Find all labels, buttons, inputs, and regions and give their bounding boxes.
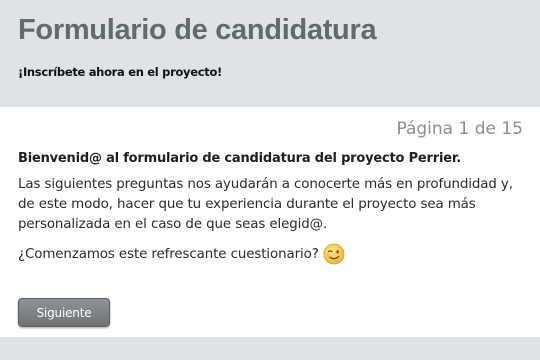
intro-text: Las siguientes preguntas nos ayudarán a … <box>18 177 513 232</box>
next-button[interactable]: Siguiente <box>18 298 110 327</box>
winking-face-icon <box>323 243 345 265</box>
footer-band <box>0 337 540 360</box>
question-line: ¿Comenzamos este refrescante cuestionari… <box>18 243 345 265</box>
welcome-heading: Bienvenid@ al formulario de candidatura … <box>18 151 461 166</box>
form-panel: Página 1 de 15 Bienvenid@ al formulario … <box>0 107 540 337</box>
form-header: Formulario de candidatura ¡Inscríbete ah… <box>0 0 540 104</box>
form-subtitle: ¡Inscríbete ahora en el proyecto! <box>18 65 222 79</box>
question-text: ¿Comenzamos este refrescante cuestionari… <box>18 246 319 262</box>
page-indicator: Página 1 de 15 <box>396 119 523 139</box>
form-title: Formulario de candidatura <box>18 14 377 46</box>
